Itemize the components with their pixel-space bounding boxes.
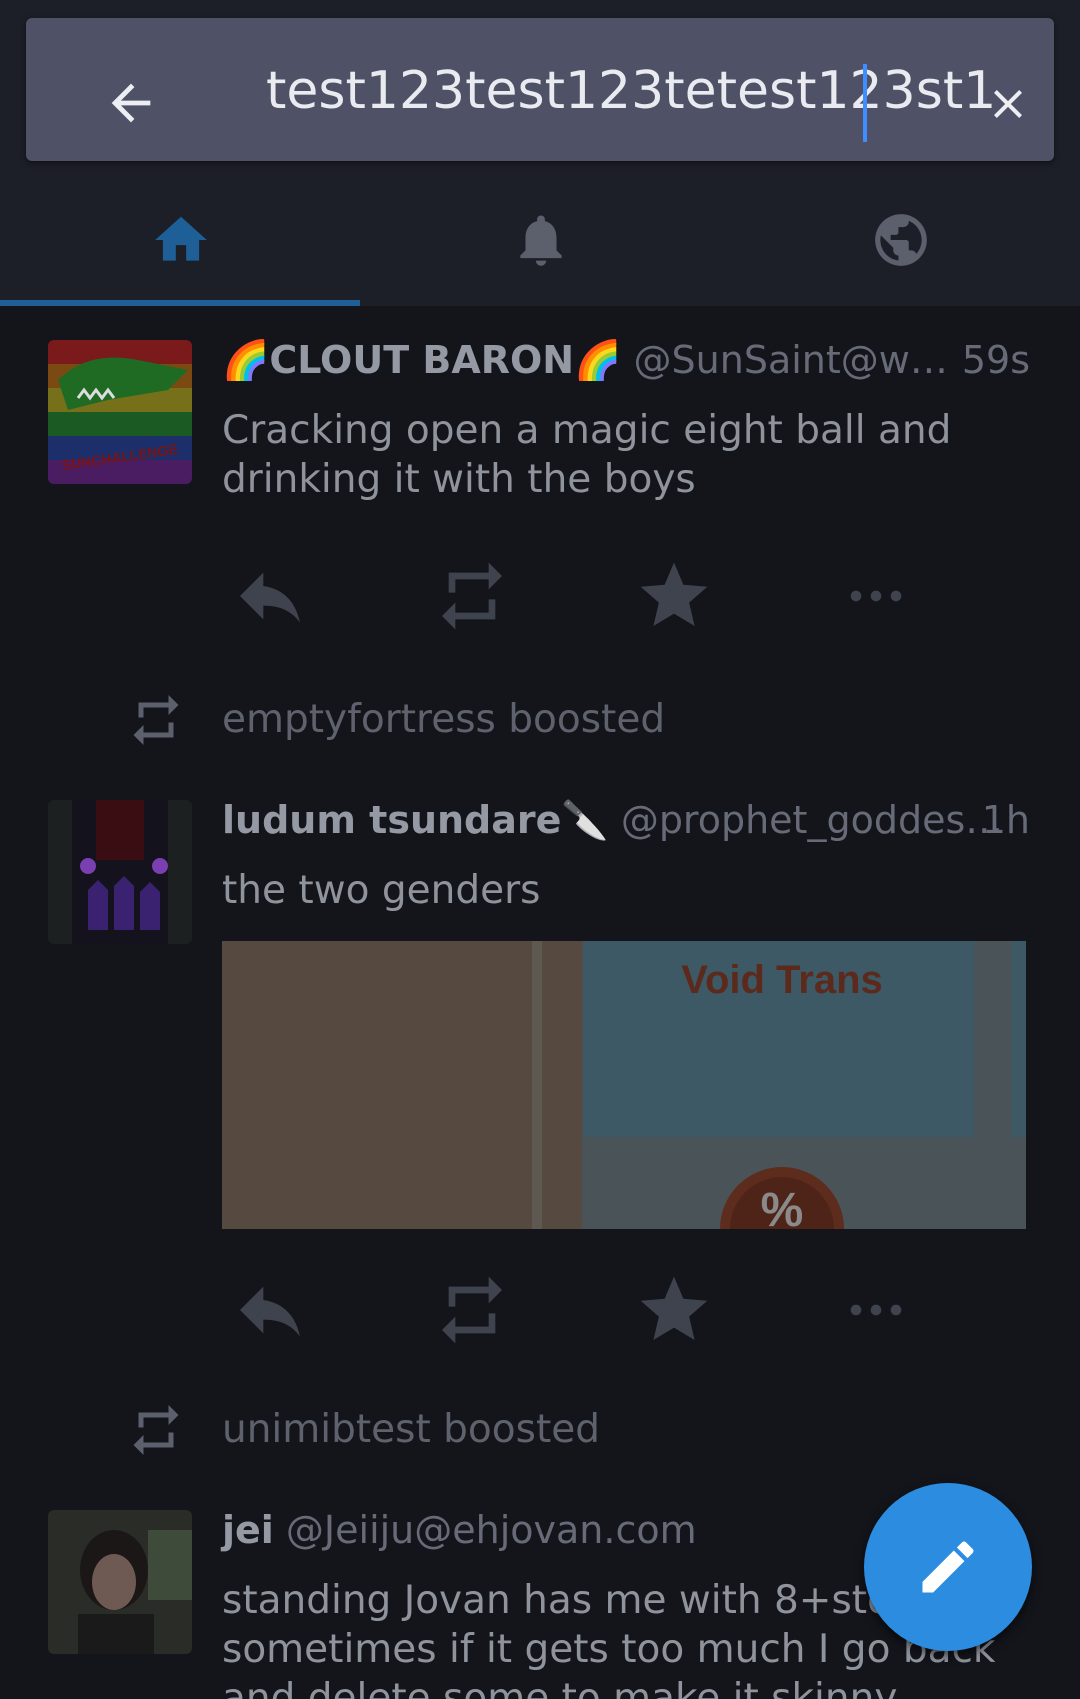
home-icon [155,216,207,261]
pencil-icon [922,1541,974,1593]
boost-button[interactable] [432,556,512,636]
arrow-left-icon[interactable] [102,74,160,132]
boosted-by-label[interactable]: emptyfortress boosted [222,686,665,754]
media-image: Void Trans % [222,941,1026,1229]
star-icon [640,562,708,626]
globe-icon [875,214,927,266]
status-actions [222,1270,982,1350]
tab-bar [0,161,1080,306]
status-header: 🌈CLOUT BARON🌈 @SunSaint@w… [222,336,948,384]
display-name[interactable]: 🌈CLOUT BARON🌈 [222,338,621,382]
reply-button[interactable] [230,556,310,636]
avatar-image [48,1510,192,1654]
media-label-symbol: % [761,1184,804,1229]
status-item[interactable]: emptyfortress boosted ludum tsundare🔪 @p… [0,686,1080,1380]
avatar-image: SUNCHALLENGE [48,340,192,484]
bell-icon [520,215,562,266]
account-handle[interactable]: @prophet_goddes… [621,798,1003,842]
display-name[interactable]: jei [222,1508,274,1552]
avatar[interactable] [48,800,192,944]
text-cursor [863,64,867,142]
boosted-by-label[interactable]: unimibtest boosted [222,1396,600,1464]
status-header: ludum tsundare🔪 @prophet_goddes… [222,796,1003,844]
boosted-by-row: emptyfortress boosted [0,686,1080,756]
status-content: Cracking open a magic eight ball and dri… [222,408,952,502]
reply-icon [240,1286,300,1337]
more-icon [850,1304,902,1316]
avatar[interactable] [48,1510,192,1654]
favourite-button[interactable] [634,1270,714,1350]
reply-icon [240,572,300,623]
boost-button[interactable] [432,1270,512,1350]
close-icon[interactable] [984,78,1032,130]
boost-icon [133,695,179,745]
avatar-image [48,800,192,944]
more-icon [850,590,902,602]
boost-icon [133,1405,179,1455]
tab-home[interactable] [0,161,360,306]
timestamp: 59s [961,338,1030,382]
account-handle[interactable]: @Jeiiju@ehjovan.com [286,1508,697,1552]
display-name[interactable]: ludum tsundare🔪 [222,798,609,842]
favourite-button[interactable] [634,556,714,636]
more-button[interactable] [836,1270,916,1350]
tab-notifications[interactable] [360,161,720,306]
account-handle[interactable]: @SunSaint@w… [634,338,948,382]
search-bar: test123test123tetest123st123 [26,18,1054,161]
more-button[interactable] [836,556,916,636]
boosted-by-row: unimibtest boosted [0,1396,1080,1466]
status-content: the two genders [222,868,541,913]
status-actions [222,556,982,636]
search-input[interactable]: test123test123tetest123st123 [266,60,996,122]
avatar[interactable]: SUNCHALLENGE [48,340,192,484]
reply-button[interactable] [230,1270,310,1350]
status-item[interactable]: SUNCHALLENGE 🌈CLOUT BARON🌈 @SunSaint@w… … [0,306,1080,674]
star-icon [640,1276,708,1340]
boost-icon [442,562,502,630]
media-attachment[interactable]: Void Trans % [222,941,1026,1229]
boost-icon [442,1276,502,1344]
timestamp: 1h [981,798,1030,842]
compose-button[interactable] [864,1483,1032,1651]
status-header: jei @Jeiiju@ehjovan.com [222,1506,697,1554]
media-label-top: Void Trans [681,958,883,1002]
top-app-bar: test123test123tetest123st123 [0,0,1080,306]
tab-federated[interactable] [720,161,1080,306]
